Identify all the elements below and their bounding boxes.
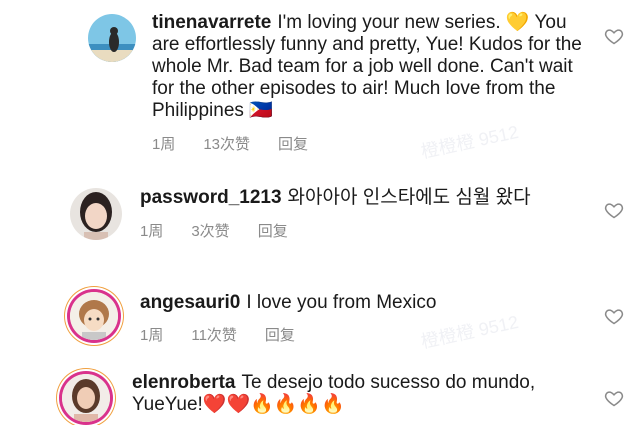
heart-outline-icon[interactable]: [604, 26, 624, 46]
comment-time: 1周: [152, 136, 176, 153]
comment-body: tinenavarrete I'm loving your new series.…: [152, 12, 582, 122]
comment-body: password_1213 와아아아 인스타에도 심월 왔다: [140, 187, 580, 209]
heart-outline-icon[interactable]: [604, 306, 624, 326]
comment-item: angesauri0 I love you from Mexico 1周 11次赞…: [0, 280, 640, 360]
avatar[interactable]: [70, 292, 118, 340]
avatar[interactable]: [62, 374, 110, 422]
avatar[interactable]: [88, 14, 136, 62]
comment-like-count[interactable]: 3次赞: [191, 220, 229, 241]
comment-meta: 1周 11次赞 回复: [140, 324, 295, 345]
comment-item: tinenavarrete I'm loving your new series.…: [0, 0, 640, 160]
comment-username[interactable]: tinenavarrete: [152, 12, 271, 33]
comment-time: 1周: [140, 327, 164, 344]
comment-text: 와아아아 인스타에도 심월 왔다: [287, 187, 531, 208]
comment-like-count[interactable]: 13次赞: [203, 133, 250, 154]
comment-item: password_1213 와아아아 인스타에도 심월 왔다 1周 3次赞 回复: [0, 170, 640, 250]
reply-button[interactable]: 回复: [265, 324, 295, 345]
comment-text: I love you from Mexico: [246, 292, 437, 313]
avatar[interactable]: [70, 188, 122, 240]
comment-item: elenroberta Te desejo todo sucesso do mun…: [0, 368, 640, 425]
comment-meta: 1周 3次赞 回复: [140, 220, 288, 241]
comment-body: angesauri0 I love you from Mexico: [140, 292, 580, 314]
comment-username[interactable]: password_1213: [140, 187, 282, 208]
heart-outline-icon[interactable]: [604, 200, 624, 220]
comment-time: 1周: [140, 223, 164, 240]
heart-outline-icon[interactable]: [604, 388, 624, 408]
comment-like-count[interactable]: 11次赞: [191, 324, 237, 345]
comment-username[interactable]: elenroberta: [132, 372, 235, 393]
reply-button[interactable]: 回复: [278, 133, 308, 154]
comment-username[interactable]: angesauri0: [140, 292, 240, 313]
reply-button[interactable]: 回复: [258, 220, 288, 241]
comment-body: elenroberta Te desejo todo sucesso do mun…: [132, 372, 582, 416]
comment-meta: 1周 13次赞 回复: [152, 133, 308, 154]
